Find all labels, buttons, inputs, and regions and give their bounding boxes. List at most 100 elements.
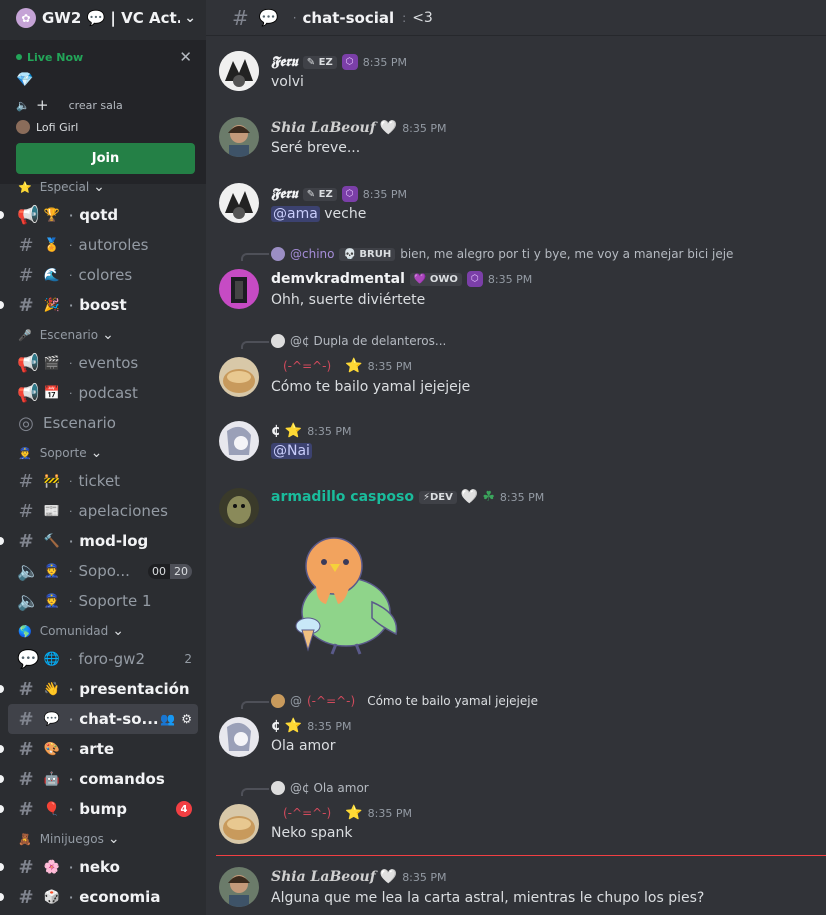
username[interactable]: (-^=^-) xyxy=(283,806,331,820)
server-header[interactable]: ✿ GW2 💬 | VC Act... ⌄ xyxy=(0,0,206,36)
separator: · xyxy=(69,860,74,874)
star-icon: ⭐ xyxy=(284,423,303,439)
wave-icon: 🌊 xyxy=(43,267,61,283)
channel-mod-log[interactable]: # 🔨 · mod-log xyxy=(0,526,206,556)
reply-username[interactable]: @ xyxy=(290,694,302,708)
bird-sticker[interactable] xyxy=(276,522,406,662)
user-mention[interactable]: @Nai xyxy=(271,443,312,459)
category-soporte[interactable]: 👮 Soporte ⌄ xyxy=(0,445,206,461)
user-avatar[interactable] xyxy=(219,804,259,844)
reply-username[interactable]: @chino xyxy=(290,247,334,261)
reply-text: bien, me alegro por ti y bye, me voy a m… xyxy=(400,247,734,261)
channel-chat-social[interactable]: # 💬 · chat-so... 👥 ⚙ xyxy=(8,704,198,734)
post-count: 2 xyxy=(184,652,192,666)
channel-ticket[interactable]: # 🚧 · ticket xyxy=(0,466,206,496)
channel-boost[interactable]: # 🎉 · boost xyxy=(0,290,206,320)
user-avatar[interactable] xyxy=(219,183,259,223)
channel-label: presentación xyxy=(79,680,190,698)
speaker-icon: 🔈 xyxy=(17,560,40,582)
channel-autoroles[interactable]: # 🏅 · autoroles xyxy=(0,230,206,260)
star-icon: ⭐ xyxy=(18,180,32,194)
officer-icon: 👮 xyxy=(18,446,32,460)
category-label: Minijuegos xyxy=(39,832,104,846)
hash-icon: # xyxy=(18,294,34,316)
gem-icon: 💎 xyxy=(16,72,34,88)
username[interactable]: demvkradmental xyxy=(271,271,405,287)
hash-icon: # xyxy=(18,798,34,820)
channel-comandos[interactable]: # 🤖 · comandos xyxy=(0,764,206,794)
user-avatar[interactable] xyxy=(219,357,259,397)
channel-sopo-voice[interactable]: 🔈 👮 · Sopo... 00 20 xyxy=(0,556,206,586)
hash-icon: # xyxy=(18,234,34,256)
category-comunidad[interactable]: 🌎 Comunidad ⌄ xyxy=(0,623,206,639)
category-escenario[interactable]: 🎤 Escenario ⌄ xyxy=(0,327,206,343)
username[interactable]: armadillo casposo xyxy=(271,489,414,505)
mention-badge: 4 xyxy=(176,801,192,817)
user-avatar xyxy=(16,120,30,134)
balloon-icon: 🎈 xyxy=(43,801,61,817)
category-minijuegos[interactable]: 🧸 Minijuegos ⌄ xyxy=(0,831,206,847)
username[interactable]: 𝕱𝖊𝖗𝖚 xyxy=(271,186,298,202)
newspaper-icon: 📰 xyxy=(43,503,61,519)
channel-presentacion[interactable]: # 👋 · presentación xyxy=(0,674,206,704)
create-room-label[interactable]: crear sala xyxy=(69,99,123,112)
reply-preview[interactable]: @chino 💀 BRUH bien, me alegro por ti y b… xyxy=(271,247,733,261)
channel-podcast[interactable]: 📢 📅 · podcast xyxy=(0,378,206,408)
user-avatar[interactable] xyxy=(219,488,259,528)
message-text: Ohh, suerte diviértete xyxy=(271,292,426,308)
message-feed: 𝕱𝖊𝖗𝖚 ✎ EZ ⬡ 8:35 PM volvi 𝑺𝒉𝒊𝒂 𝑳𝒂𝑩𝒆𝒐𝒖𝒇 🤍… xyxy=(206,37,826,915)
close-icon[interactable]: ✕ xyxy=(179,48,192,66)
live-user-name: Lofi Girl xyxy=(36,120,79,134)
channel-arte[interactable]: # 🎨 · arte xyxy=(0,734,206,764)
channel-neko[interactable]: # 🌸 · neko xyxy=(0,852,206,882)
forum-icon: 💬 xyxy=(17,648,40,670)
channel-apelaciones[interactable]: # 📰 · apelaciones xyxy=(0,496,206,526)
separator: · xyxy=(69,564,73,578)
reply-preview[interactable]: @¢ Dupla de delanteros... xyxy=(271,334,446,348)
channel-label: Escenario xyxy=(43,414,116,432)
channel-eventos[interactable]: 📢 🎬 · eventos xyxy=(0,348,206,378)
username[interactable]: ¢ xyxy=(271,718,281,734)
user-avatar[interactable] xyxy=(219,117,259,157)
channel-bump[interactable]: # 🎈 · bump 4 xyxy=(0,794,206,824)
plus-icon[interactable]: + xyxy=(36,96,49,114)
globe-icon: 🌐 xyxy=(43,651,61,667)
username[interactable]: 𝑺𝒉𝒊𝒂 𝑳𝒂𝑩𝒆𝒐𝒖𝒇 xyxy=(271,869,376,885)
channel-label: bump xyxy=(79,800,127,818)
channel-colores[interactable]: # 🌊 · colores xyxy=(0,260,206,290)
username[interactable]: 𝑺𝒉𝒊𝒂 𝑳𝒂𝑩𝒆𝒐𝒖𝒇 xyxy=(271,120,376,136)
separator: · xyxy=(69,386,73,400)
category-label: Comunidad xyxy=(39,624,109,638)
hash-icon: # xyxy=(18,530,34,552)
username[interactable]: 𝕱𝖊𝖗𝖚 xyxy=(271,54,298,70)
barrier-icon: 🚧 xyxy=(43,473,61,489)
user-avatar[interactable] xyxy=(219,421,259,461)
channel-escenario[interactable]: ◎ Escenario xyxy=(0,408,206,438)
channel-topic: <3 xyxy=(412,9,433,26)
join-button[interactable]: Join xyxy=(16,143,195,174)
gear-icon[interactable]: ⚙ xyxy=(181,712,192,726)
channel-label: chat-so... xyxy=(79,710,159,728)
username[interactable]: ¢ xyxy=(271,423,281,439)
hash-icon: # xyxy=(232,5,249,30)
channel-foro-gw2[interactable]: 💬 🌐 · foro-gw2 2 xyxy=(0,644,206,674)
category-especial[interactable]: ⭐ Especial ⌄ xyxy=(0,179,206,195)
user-avatar[interactable] xyxy=(219,269,259,309)
reply-text: @¢ Dupla de delanteros... xyxy=(290,334,447,348)
user-avatar[interactable] xyxy=(219,867,259,907)
channel-qotd[interactable]: 📢 🏆 · qotd xyxy=(0,200,206,230)
trophy-icon: 🏆 xyxy=(43,207,61,223)
reply-preview[interactable]: @¢ Ola amor xyxy=(271,781,369,795)
heart-icon: 🤍 xyxy=(460,489,479,505)
live-dot-icon xyxy=(16,54,22,60)
user-avatar[interactable] xyxy=(219,717,259,757)
message-text: @ama veche xyxy=(271,206,366,222)
user-mention[interactable]: @ama xyxy=(271,206,320,222)
channel-economia[interactable]: # 🎲 · economia xyxy=(0,882,206,912)
invite-icon[interactable]: 👥 xyxy=(160,712,175,726)
user-avatar[interactable] xyxy=(219,51,259,91)
reply-preview[interactable]: @ (-^=^-) Cómo te bailo yamal jejejeje xyxy=(271,694,538,708)
live-title: Live Now xyxy=(27,50,84,64)
channel-soporte-1[interactable]: 🔈 👮 · Soporte 1 xyxy=(0,586,206,616)
username[interactable]: (-^=^-) xyxy=(283,359,331,373)
